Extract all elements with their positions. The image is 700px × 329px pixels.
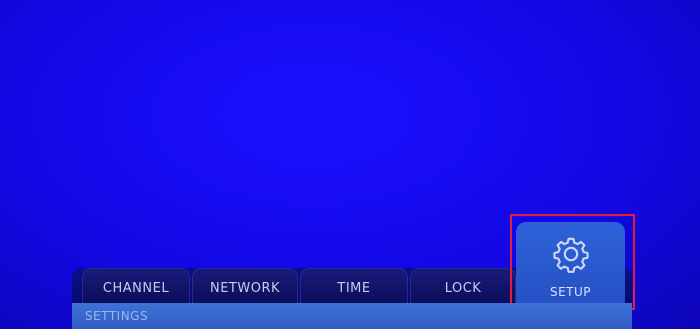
tab-lock-label: LOCK — [444, 281, 482, 296]
tab-setup[interactable]: SETUP — [516, 222, 625, 308]
tab-lock[interactable]: LOCK — [410, 268, 516, 308]
tv-screen: CHANNEL NETWORK TIME LOCK SETUP SETTINGS — [0, 0, 700, 329]
gear-icon — [552, 237, 589, 273]
tab-time-label: TIME — [337, 281, 371, 296]
tab-channel[interactable]: CHANNEL — [82, 268, 190, 308]
tab-setup-label: SETUP — [549, 285, 592, 299]
settings-bar-label: SETTINGS — [85, 309, 149, 323]
tab-network-label: NETWORK — [209, 281, 281, 296]
tab-channel-label: CHANNEL — [102, 281, 170, 296]
tab-network[interactable]: NETWORK — [192, 268, 298, 308]
settings-bar: SETTINGS — [72, 303, 632, 329]
tab-time[interactable]: TIME — [300, 268, 408, 314]
